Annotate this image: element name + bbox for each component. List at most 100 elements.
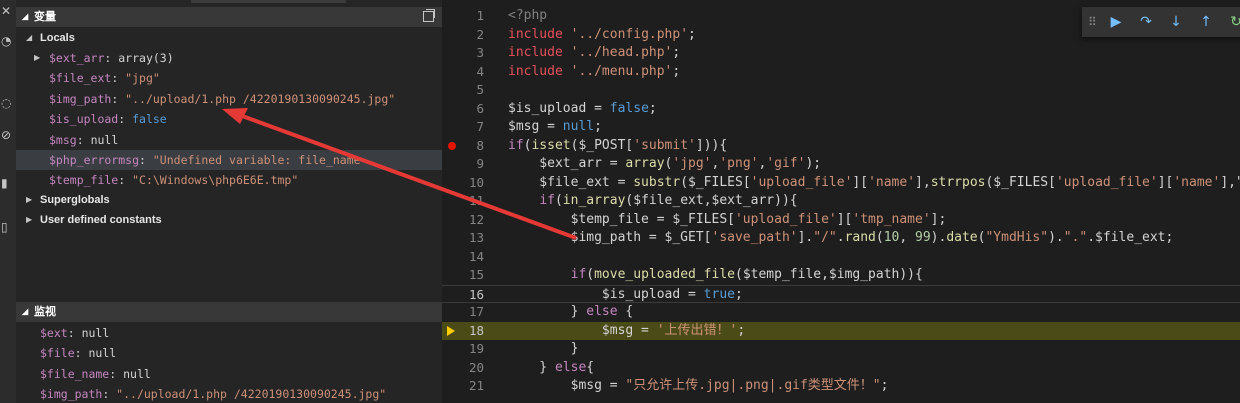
watch-row[interactable]: $img_path: "../upload/1.php /42201901300…: [16, 384, 442, 403]
code-token: ;: [672, 63, 681, 79]
code-line[interactable]: 8 if(isset($_POST['submit'])){: [442, 137, 1240, 156]
code-text: $is_upload = true;: [508, 286, 743, 305]
step-out-button[interactable]: ↑: [1196, 12, 1216, 32]
step-into-button[interactable]: ↓: [1166, 12, 1186, 32]
line-number: 10: [468, 174, 484, 190]
debug-icon[interactable]: ✕: [1, 4, 11, 18]
code-line[interactable]: 19 }: [442, 340, 1240, 359]
line-number: 2: [476, 26, 484, 42]
code-line[interactable]: 4 include '../menu.php';: [442, 63, 1240, 82]
code-text: $msg = "只允许上传.jpg|.png|.gif类型文件！";: [508, 377, 889, 396]
watch-row[interactable]: $file_name: null: [16, 364, 442, 384]
variable-row[interactable]: $temp_file: "C:\Windows\php6E6E.tmp": [16, 170, 442, 190]
superglobals-group[interactable]: ▶ Superglobals: [16, 190, 442, 210]
code-token: =: [539, 119, 563, 134]
step-over-button[interactable]: ↷: [1136, 12, 1156, 32]
debug-active-icon[interactable]: ⊘: [1, 128, 11, 142]
line-number: 9: [476, 156, 484, 171]
code-line[interactable]: 6 $is_upload = false;: [442, 100, 1240, 119]
chevron-down-icon: ◢: [26, 33, 33, 42]
line-number: 20: [468, 359, 484, 375]
variable-value: null: [90, 132, 119, 147]
code-line[interactable]: 10 $file_ext = substr($_FILES['upload_fi…: [442, 174, 1240, 193]
code-line[interactable]: 18 $msg = '上传出错！';: [442, 321, 1240, 340]
watch-value: null: [88, 346, 117, 361]
extensions-icon[interactable]: ▮: [1, 176, 8, 190]
variable-row[interactable]: $php_errormsg: "Undefined variable: file…: [16, 150, 442, 170]
code-line[interactable]: 21 $msg = "只允许上传.jpg|.png|.gif类型文件！";: [442, 377, 1240, 396]
separator: :: [111, 91, 126, 106]
code-line[interactable]: 12 $temp_file = $_FILES['upload_file']['…: [442, 211, 1240, 230]
watch-row[interactable]: $ext: null: [16, 323, 442, 343]
debug-toolbar: ⠿ ▶↷↓↑↻■: [1082, 7, 1240, 37]
separator: :: [118, 112, 133, 127]
code-line[interactable]: 16 $is_upload = true;: [442, 284, 1240, 305]
chevron-down-icon: ◢: [22, 307, 29, 316]
code-token: 'upload_file': [734, 211, 837, 227]
line-number: 11: [468, 193, 484, 208]
locals-group[interactable]: ◢ Locals: [16, 28, 442, 48]
code-token: 'tmp_name': [852, 211, 931, 227]
code-token: ($file_ext,$ext_arr)){: [625, 193, 798, 208]
line-number: 16: [468, 286, 484, 302]
code-line[interactable]: 17 } else {: [442, 303, 1240, 322]
files-icon[interactable]: ▯: [1, 220, 8, 234]
variable-row[interactable]: $msg: null: [16, 130, 442, 150]
separator: :: [109, 366, 124, 381]
code-text: } else{: [508, 359, 594, 378]
code-token: 'upload_file': [750, 174, 853, 190]
line-number: 21: [468, 378, 484, 393]
watch-row[interactable]: $file: null: [16, 343, 442, 363]
separator: :: [139, 153, 153, 167]
variable-row[interactable]: $img_path: "../upload/1.php /42201901300…: [16, 89, 442, 109]
line-number: 4: [476, 63, 484, 79]
line-number: 6: [476, 100, 484, 116]
variable-row[interactable]: $file_ext: "jpg": [16, 68, 442, 88]
line-number: 13: [468, 230, 484, 245]
drag-handle-icon[interactable]: ⠿: [1088, 15, 1097, 29]
code-line[interactable]: 13 $img_path = $_GET['save_path']."/".ra…: [442, 229, 1240, 248]
code-line[interactable]: 5: [442, 81, 1240, 100]
code-text: $ext_arr = array('jpg','png','gif');: [508, 155, 821, 174]
code-text: } else {: [508, 303, 634, 322]
variable-value: "C:\Windows\php6E6E.tmp": [132, 173, 299, 188]
code-token: $ext_arr =: [508, 156, 626, 171]
line-number: 1: [476, 8, 484, 23]
no-bug-icon[interactable]: ◌: [1, 96, 11, 110]
constants-group[interactable]: ▶ User defined constants: [16, 210, 442, 230]
variable-row[interactable]: ▶ $ext_arr: array(3): [16, 48, 442, 68]
code-line[interactable]: 11 if(in_array($file_ext,$ext_arr)){: [442, 192, 1240, 211]
code-token: date: [946, 230, 978, 245]
code-line[interactable]: 14: [442, 248, 1240, 267]
variable-name: $file_ext: [49, 71, 112, 86]
source-control-icon[interactable]: ◔: [1, 34, 11, 48]
code-token: 10: [883, 230, 900, 245]
code-line[interactable]: 7 $msg = null;: [442, 118, 1240, 137]
code-editor[interactable]: 1 <?php 2 include '../config.php'; 3 include …: [442, 0, 1240, 403]
code-line[interactable]: 15 if(move_uploaded_file($temp_file,$img…: [442, 266, 1240, 285]
code-line[interactable]: 9 $ext_arr = array('jpg','png','gif');: [442, 155, 1240, 174]
line-number: 17: [468, 304, 484, 319]
line-number: 7: [476, 119, 484, 134]
code-token: $msg: [508, 119, 540, 134]
code-token: (: [554, 193, 563, 208]
code-token: else: [586, 304, 618, 319]
code-token: '../menu.php': [570, 63, 673, 79]
code-token: 'name': [1173, 174, 1221, 190]
collapse-all-icon[interactable]: [423, 9, 435, 22]
variable-row[interactable]: $is_upload: false: [16, 109, 442, 129]
code-token: $file_ext =: [508, 174, 634, 190]
code-token: null: [562, 119, 595, 134]
code-line[interactable]: 3 include '../head.php';: [442, 44, 1240, 63]
code-token: ,: [899, 230, 916, 245]
code-line[interactable]: 20 } else{: [442, 359, 1240, 378]
code-token: $temp_file = $_FILES[: [508, 211, 735, 227]
code-token: "只允许上传.jpg|.png|.gif类型文件！": [625, 378, 881, 393]
continue-button[interactable]: ▶: [1106, 12, 1126, 32]
restart-button[interactable]: ↻: [1226, 12, 1240, 32]
code-token: strrpos: [930, 174, 986, 190]
code-token: );: [805, 156, 822, 171]
watch-section-header[interactable]: ◢ 监视: [16, 302, 442, 322]
variables-section-header[interactable]: ◢ 变量: [16, 7, 442, 27]
breakpoint-icon[interactable]: [448, 141, 456, 150]
